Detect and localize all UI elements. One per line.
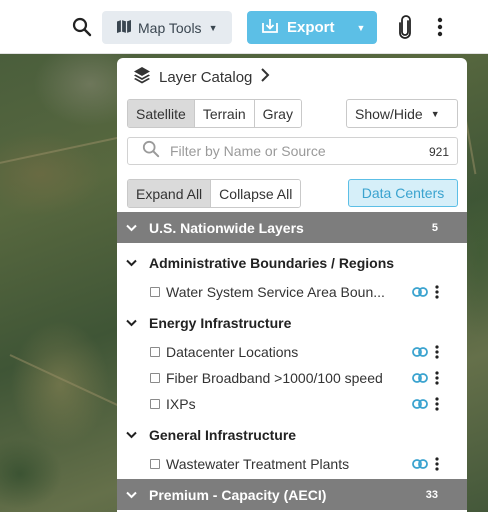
map-tools-button[interactable]: Map Tools ▼ [102, 11, 232, 44]
layer-catalog-title: Layer Catalog [159, 68, 253, 86]
filter-input[interactable] [170, 143, 410, 159]
subgroup-header-energy[interactable]: Energy Infrastructure [117, 311, 467, 335]
chevron-down-icon [126, 259, 138, 267]
basemap-selector: Satellite Terrain Gray [127, 99, 302, 128]
subgroup-header-admin-boundaries[interactable]: Administrative Boundaries / Regions [117, 251, 467, 275]
layer-checkbox[interactable] [150, 347, 160, 357]
top-toolbar: Map Tools ▼ Export ▼ [0, 0, 488, 54]
show-hide-label: Show/Hide [355, 105, 423, 122]
group-count-badge: 33 [425, 488, 438, 501]
layer-checkbox[interactable] [150, 399, 160, 409]
show-hide-dropdown[interactable]: Show/Hide ▼ [346, 99, 458, 128]
subgroup-name: General Infrastructure [149, 427, 297, 443]
layer-row-fiber-broadband: Fiber Broadband >1000/100 speed [117, 366, 467, 390]
layer-row-wastewater: Wastewater Treatment Plants [117, 452, 467, 476]
layer-checkbox[interactable] [150, 459, 160, 469]
layer-catalog-panel: Layer Catalog Satellite Terrain Gray Sho… [117, 58, 467, 512]
export-button[interactable]: Export ▼ [247, 11, 377, 44]
export-dropdown-chevron-icon[interactable]: ▼ [357, 23, 366, 33]
layer-checkbox[interactable] [150, 287, 160, 297]
paperclip-icon[interactable] [393, 12, 417, 42]
layer-count: 921 [428, 145, 449, 159]
map-road [0, 134, 128, 166]
layer-name: Fiber Broadband >1000/100 speed [166, 370, 383, 386]
link-icon[interactable] [412, 284, 428, 300]
map-road [9, 354, 120, 407]
chevron-down-icon: ▼ [208, 22, 218, 33]
subgroup-name: Administrative Boundaries / Regions [149, 255, 395, 271]
map-tools-label: Map Tools [138, 19, 202, 36]
link-icon[interactable] [412, 344, 428, 360]
search-icon[interactable] [68, 12, 96, 42]
chevron-down-icon [126, 491, 138, 499]
subgroup-name: Energy Infrastructure [149, 315, 292, 331]
layer-name: Wastewater Treatment Plants [166, 456, 350, 472]
layer-options-icon[interactable] [432, 456, 442, 472]
basemap-gray[interactable]: Gray [253, 100, 301, 127]
link-icon[interactable] [412, 370, 428, 386]
group-count-badge: 5 [431, 221, 438, 234]
chevron-down-icon [126, 224, 138, 232]
layer-options-icon[interactable] [432, 344, 442, 360]
link-icon[interactable] [412, 456, 428, 472]
group-header-us-nationwide[interactable]: U.S. Nationwide Layers 5 [117, 212, 467, 243]
chevron-right-icon [260, 67, 270, 87]
layer-checkbox[interactable] [150, 373, 160, 383]
layer-name: IXPs [166, 396, 196, 412]
layer-name: Water System Service Area Boun... [166, 284, 385, 300]
filter-field[interactable]: 921 [127, 137, 458, 165]
export-label: Export [287, 19, 335, 36]
expand-all-button[interactable]: Expand All [128, 180, 211, 207]
layer-row-ixps: IXPs [117, 392, 467, 416]
layer-row-water-system: Water System Service Area Boun... [117, 280, 467, 304]
layer-options-icon[interactable] [432, 284, 442, 300]
basemap-terrain[interactable]: Terrain [193, 100, 254, 127]
map-icon [116, 19, 132, 37]
layer-options-icon[interactable] [432, 396, 442, 412]
layer-options-icon[interactable] [432, 370, 442, 386]
group-header-premium-capacity[interactable]: Premium - Capacity (AECI) 33 [117, 479, 467, 510]
chevron-down-icon [126, 319, 138, 327]
layer-name: Datacenter Locations [166, 344, 299, 360]
collapse-all-button[interactable]: Collapse All [210, 180, 301, 207]
basemap-satellite[interactable]: Satellite [128, 100, 194, 127]
layers-icon [133, 66, 151, 88]
link-icon[interactable] [412, 396, 428, 412]
chevron-down-icon: ▼ [430, 108, 440, 119]
search-icon [142, 140, 160, 163]
subgroup-header-general-infrastructure[interactable]: General Infrastructure [117, 423, 467, 447]
data-centers-button[interactable]: Data Centers [348, 179, 458, 207]
group-name: Premium - Capacity (AECI) [149, 486, 327, 503]
more-options-icon[interactable] [430, 12, 450, 42]
download-icon [261, 18, 279, 38]
expand-collapse-toggle: Expand All Collapse All [127, 179, 302, 208]
chevron-down-icon [126, 431, 138, 439]
group-name: U.S. Nationwide Layers [149, 219, 304, 236]
layer-catalog-header[interactable]: Layer Catalog [133, 66, 270, 88]
layer-row-datacenter-locations: Datacenter Locations [117, 340, 467, 364]
